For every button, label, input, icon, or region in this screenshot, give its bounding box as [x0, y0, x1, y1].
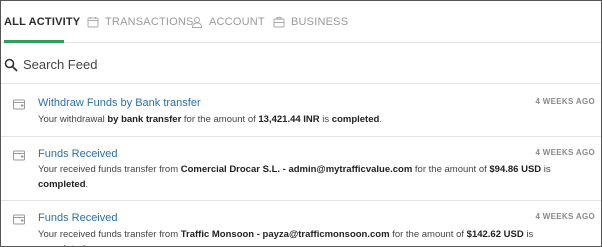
tab-bar: ALL ACTIVITY TRANSACTIONS ACCOUNT BUSINE… [1, 1, 601, 43]
search-bar [1, 44, 601, 84]
tab-label: ACCOUNT [209, 16, 265, 28]
feed-item-description: Your withdrawal by bank transfer for the… [38, 112, 558, 127]
desc-sender: Traffic Monsoon - payza@trafficmonsoon.c… [180, 229, 390, 240]
search-icon [4, 58, 18, 72]
desc-amount: 13,421.44 INR [258, 114, 320, 125]
user-icon [191, 16, 203, 28]
desc-status: completed [38, 179, 86, 190]
feed-item-time: 4 WEEKS AGO [535, 212, 595, 221]
desc-text: for the amount of [412, 164, 490, 175]
desc-text: Your received funds transfer from [38, 229, 181, 240]
feed-item-time: 4 WEEKS AGO [535, 97, 595, 106]
feed-item: Withdraw Funds by Bank transfer 4 WEEKS … [1, 85, 601, 137]
tab-label: BUSINESS [291, 16, 349, 28]
feed-item-time: 4 WEEKS AGO [535, 148, 595, 157]
feed-item: Funds Received 4 WEEKS AGO Your received… [1, 138, 601, 201]
search-input[interactable] [23, 53, 583, 75]
desc-text: . [85, 179, 89, 190]
desc-text: Your received funds transfer from [38, 164, 181, 175]
active-tab-indicator [4, 40, 64, 43]
feed-item-title[interactable]: Funds Received [38, 212, 118, 224]
desc-text: . [379, 114, 382, 125]
desc-method: by bank transfer [107, 114, 182, 125]
feed-item: Funds Received 4 WEEKS AGO Your received… [1, 202, 601, 246]
tab-label: ALL ACTIVITY [4, 16, 81, 28]
desc-text: Your withdrawal [38, 114, 108, 125]
wallet-icon [13, 212, 25, 225]
desc-text: is [319, 114, 332, 125]
desc-text: is [523, 229, 534, 240]
tab-account[interactable]: ACCOUNT [191, 1, 265, 43]
tab-transactions[interactable]: TRANSACTIONS [87, 1, 194, 43]
desc-sender: Comercial Drocar S.L. - admin@mytrafficv… [180, 164, 413, 175]
desc-text: is [541, 164, 551, 175]
desc-status: completed [331, 114, 380, 125]
tab-all-activity[interactable]: ALL ACTIVITY [4, 1, 80, 43]
briefcase-icon [273, 16, 285, 28]
feed-item-title[interactable]: Withdraw Funds by Bank transfer [38, 97, 201, 109]
desc-amount: $142.62 USD [466, 229, 524, 240]
desc-amount: $94.86 USD [489, 164, 542, 175]
calendar-icon [87, 16, 99, 28]
feed-item-description: Your received funds transfer from Traffi… [38, 227, 558, 246]
feed-item-title[interactable]: Funds Received [38, 148, 118, 160]
wallet-icon [13, 97, 25, 110]
activity-feed-panel: ALL ACTIVITY TRANSACTIONS ACCOUNT BUSINE… [0, 0, 602, 247]
feed-item-description: Your received funds transfer from Comerc… [38, 162, 558, 192]
desc-text: for the amount of [389, 229, 467, 240]
desc-text: for the amount of [181, 114, 259, 125]
tab-business[interactable]: BUSINESS [273, 1, 348, 43]
wallet-icon [13, 148, 25, 161]
tab-label: TRANSACTIONS [105, 16, 194, 28]
